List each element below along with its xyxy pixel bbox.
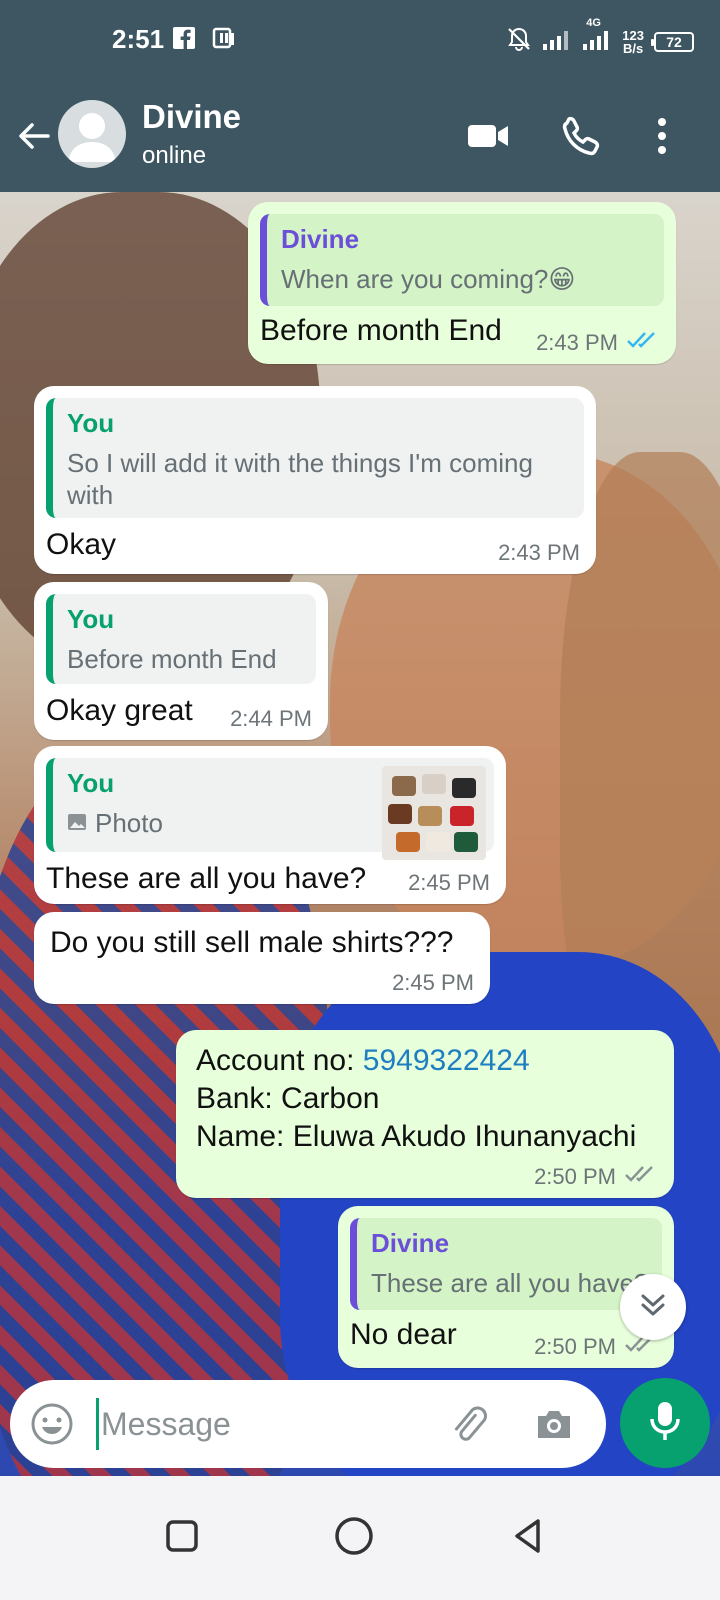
quote-text: When are you coming?😁 [281,264,576,294]
sim-icon [212,26,236,50]
message-bubble-incoming[interactable]: You Photo These are all you have? 2:45 P… [34,746,506,904]
signal-icon [542,27,572,56]
video-call-icon[interactable] [466,114,510,158]
top-app-bar: 2:51 4G 123 B/s 72 Divine online [0,0,720,192]
message-time: 2:45 PM [408,870,490,895]
battery-level: 72 [666,33,682,50]
microphone-icon [645,1399,685,1448]
account-line: Account no: 5949322424 [196,1042,662,1080]
read-receipt-icon [626,330,660,356]
system-navigation-bar [0,1476,720,1600]
quote-text: Before month End [67,644,277,674]
voice-message-button[interactable] [620,1378,710,1468]
message-meta: 2:43 PM [536,330,660,356]
network-speed: 123 B/s [622,29,644,55]
message-input[interactable] [96,1398,426,1450]
contact-name[interactable]: Divine [142,98,241,136]
message-bubble-incoming[interactable]: You Before month End Okay great 2:44 PM [34,582,328,740]
message-bubble-incoming[interactable]: You So I will add it with the things I'm… [34,386,596,574]
message-bubble-outgoing[interactable]: Divine These are all you have? No dear 2… [338,1206,674,1368]
quoted-message[interactable]: Divine When are you coming?😁 [260,214,664,306]
quote-author: Divine [281,224,360,254]
speed-value: 123 [622,27,644,43]
name-line: Name: Eluwa Akudo Ihunanyachi [196,1120,637,1153]
battery-icon: 72 [651,31,694,52]
message-meta: 2:45 PM [392,970,474,996]
status-bar: 2:51 4G 123 B/s 72 [0,17,720,62]
message-meta: 2:43 PM [498,540,580,566]
emoji-icon[interactable] [30,1402,74,1446]
scroll-to-bottom-button[interactable] [620,1274,686,1340]
contact-status: online [142,142,207,169]
message-time: 2:43 PM [498,540,580,565]
quoted-message[interactable]: You Photo [46,758,494,860]
avatar[interactable] [58,100,126,168]
message-meta: 2:50 PM [534,1164,658,1190]
mute-bell-icon [506,26,532,57]
quote-text: These are all you have? [371,1268,648,1298]
quote-author: You [67,604,115,634]
photo-thumbnail[interactable] [382,766,486,860]
delivered-receipt-icon [624,1164,658,1190]
account-number-link[interactable]: 5949322424 [363,1044,530,1077]
message-bubble-outgoing[interactable]: Account no: 5949322424 Bank: Carbon Name… [176,1030,674,1198]
chat-header: Divine online [0,96,720,192]
quoted-message[interactable]: You So I will add it with the things I'm… [46,398,584,518]
more-options-icon[interactable] [640,114,684,158]
quote-author: You [67,408,115,438]
facebook-icon [172,26,196,50]
quote-author: Divine [371,1228,450,1258]
bank-line: Bank: Carbon [196,1082,380,1115]
message-meta: 2:45 PM [408,870,490,896]
message-meta: 2:44 PM [230,706,312,732]
signal-4g-icon: 4G [582,17,612,56]
message-time: 2:44 PM [230,706,312,731]
message-time: 2:50 PM [534,1164,616,1189]
message-time: 2:50 PM [534,1334,616,1359]
message-composer [10,1380,606,1468]
quote-text: Photo [95,808,163,838]
quoted-message[interactable]: Divine These are all you have? [350,1218,662,1310]
attach-paperclip-icon[interactable] [446,1402,490,1446]
message-bubble-incoming[interactable]: Do you still sell male shirts??? 2:45 PM [34,912,490,1004]
message-text: Do you still sell male shirts??? [50,926,454,959]
back-nav-button[interactable] [498,1506,558,1566]
message-time: 2:43 PM [536,330,618,355]
message-meta: 2:50 PM [534,1334,658,1360]
account-label: Account no: [196,1044,363,1077]
home-button[interactable] [324,1506,384,1566]
camera-icon[interactable] [532,1402,576,1446]
chevron-double-down-icon [637,1289,669,1326]
quote-text: So I will add it with the things I'm com… [67,448,533,510]
recent-apps-button[interactable] [152,1506,212,1566]
phone-call-icon[interactable] [560,114,604,158]
image-icon [67,807,87,839]
back-arrow-icon[interactable] [14,116,54,156]
speed-unit: B/s [623,40,644,56]
message-time: 2:45 PM [392,970,474,995]
status-time: 2:51 [112,24,165,54]
network-type: 4G [586,17,601,29]
quoted-message[interactable]: You Before month End [46,594,316,684]
message-bubble-outgoing[interactable]: Divine When are you coming?😁 Before mont… [248,202,676,364]
